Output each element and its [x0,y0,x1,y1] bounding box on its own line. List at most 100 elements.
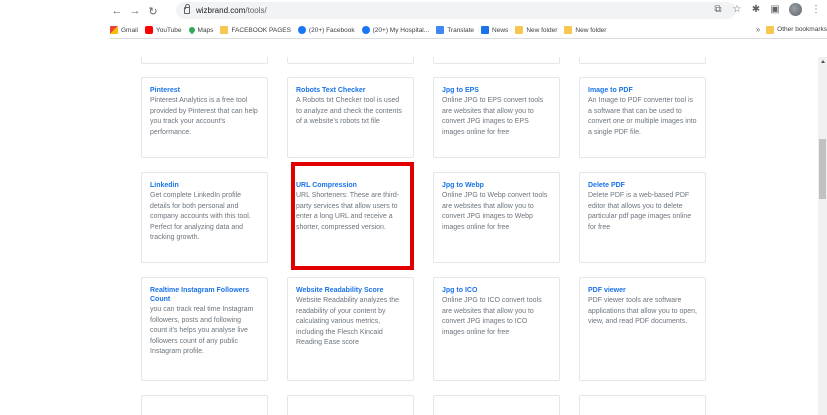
tool-card-partial[interactable] [287,395,414,415]
folder-icon [564,26,573,34]
tool-card-partial[interactable] [287,57,414,64]
toolbar-divider [110,38,827,39]
translate-icon [436,26,445,34]
bookmark-gmail[interactable]: Gmail [110,26,138,34]
tool-card-partial[interactable] [433,57,560,64]
tool-title[interactable]: Realtime Instagram Followers Count [150,286,259,304]
tool-title[interactable]: Linkedin [150,181,259,190]
bookmark-new-folder-1[interactable]: New folder [515,26,557,34]
url-text[interactable]: wizbrand.com/tools/ [196,6,267,15]
tool-card-partial[interactable] [579,57,706,64]
bookmark-news[interactable]: News [481,26,508,34]
bookmarks-bar: Gmail YouTube Maps FACEBOOK PAGES (20+) … [110,22,827,38]
scrollbar-thumb[interactable] [819,139,826,199]
tool-card-jpg-to-eps[interactable]: Jpg to EPS Online JPG to EPS convert too… [433,77,560,158]
tool-description: Online JPG to ICO convert tools are webs… [442,297,542,336]
tool-title[interactable]: Jpg to ICO [442,286,551,295]
tool-title[interactable]: Website Readability Score [296,286,405,295]
bookmark-label: Translate [447,26,475,34]
share-icon[interactable]: ⧉ [713,4,723,15]
tool-card-jpg-to-webp[interactable]: Jpg to Webp Online JPG to Webp convert t… [433,172,560,263]
tool-title[interactable]: Delete PDF [588,181,697,190]
bookmark-label: News [492,26,509,34]
tool-description: Delete PDF is a web-based PDF editor tha… [588,192,692,231]
tool-title[interactable]: Image to PDF [588,86,697,95]
tool-card-delete-pdf[interactable]: Delete PDF Delete PDF is a web-based PDF… [579,172,706,263]
url-path: /tools/ [245,6,267,15]
tool-card-jpg-to-ico[interactable]: Jpg to ICO Online JPG to ICO convert too… [433,277,560,381]
bookmark-label: FACEBOOK PAGES [231,26,291,34]
tool-title[interactable]: Robots Text Checker [296,86,405,95]
tool-description: Online JPG to Webp convert tools are web… [442,192,548,231]
tool-description: Online JPG to EPS convert tools are webs… [442,97,544,136]
tool-description: URL Shorteners: These are third-party se… [296,192,400,231]
star-icon[interactable]: ☆ [732,4,742,15]
tool-card-website-readability[interactable]: Website Readability Score Website Readab… [287,277,414,381]
toolbar-icons: ⧉ ☆ ✱ ▣ ⋮ [713,3,821,16]
news-icon [481,26,490,34]
tool-title[interactable]: Jpg to Webp [442,181,551,190]
tool-card-pdf-viewer[interactable]: PDF viewer PDF viewer tools are software… [579,277,706,381]
bookmark-new-folder-2[interactable]: New folder [564,26,606,34]
tool-card-pinterest[interactable]: Pinterest Pinterest Analytics is a free … [141,77,268,158]
tool-title[interactable]: PDF viewer [588,286,697,295]
folder-icon [766,25,775,34]
address-row: ← → ↻ wizbrand.com/tools/ ⧉ ☆ ✱ ▣ ⋮ [110,0,827,22]
bookmark-label: (20+) Facebook [308,26,355,34]
folder-icon [515,26,524,34]
tool-card-partial[interactable] [579,395,706,415]
tool-card-url-compression[interactable]: URL Compression URL Shorteners: These ar… [287,172,414,263]
tool-title[interactable]: URL Compression [296,181,405,190]
forward-arrow-icon[interactable]: → [128,4,142,18]
folder-icon [220,26,229,34]
bookmark-youtube[interactable]: YouTube [144,26,182,34]
other-bookmarks[interactable]: Other bookmarks [766,25,827,34]
avatar[interactable] [789,3,802,16]
more-bookmarks-button[interactable]: » [756,25,760,34]
facebook-icon [297,26,306,34]
tool-description: Website Readability analyzes the readabi… [296,297,399,346]
scroll-up-arrow-icon[interactable] [821,60,825,63]
vertical-scrollbar[interactable] [818,57,827,415]
tool-title[interactable]: Jpg to EPS [442,86,551,95]
tool-card-realtime-instagram[interactable]: Realtime Instagram Followers Count you c… [141,277,268,381]
reload-icon[interactable]: ↻ [146,4,160,18]
tool-card-partial[interactable] [433,395,560,415]
kebab-menu-icon[interactable]: ⋮ [811,4,821,15]
maps-icon [187,25,196,35]
tool-title[interactable]: Pinterest [150,86,259,95]
bookmark-label: New folder [526,26,558,34]
tool-card-partial[interactable] [141,395,268,415]
bookmark-my-hospital[interactable]: (20+) My Hospital... [361,26,430,34]
page-viewport: Pinterest Pinterest Analytics is a free … [110,57,827,415]
tool-description: PDF viewer tools are software applicatio… [588,297,697,325]
facebook-icon [361,26,370,34]
back-arrow-icon[interactable]: ← [110,4,124,18]
bookmark-label: Maps [197,26,214,34]
sidebar-icon[interactable]: ▣ [770,4,780,15]
tool-description: Get complete LinkedIn profile details fo… [150,192,251,241]
bookmark-label: New folder [575,26,607,34]
address-bar[interactable]: wizbrand.com/tools/ [176,2,736,19]
bookmark-translate[interactable]: Translate [436,26,474,34]
url-domain: wizbrand.com [196,6,246,15]
bookmark-label: Other bookmarks [777,26,827,33]
tool-description: An Image to PDF converter tool is a soft… [588,97,697,136]
tool-card-image-to-pdf[interactable]: Image to PDF An Image to PDF converter t… [579,77,706,158]
tool-card-partial[interactable] [141,57,268,64]
bookmarks-right: » Other bookmarks [756,25,827,34]
browser-chrome: ← → ↻ wizbrand.com/tools/ ⧉ ☆ ✱ ▣ ⋮ Gmai… [110,0,827,57]
tool-description: A Robots txt Checker tool is used to ana… [296,97,402,125]
tool-description: you can track real time Instagram follow… [150,306,254,355]
bookmark-label: YouTube [155,26,182,34]
youtube-icon [144,26,153,34]
tool-description: Pinterest Analytics is a free tool provi… [150,97,258,136]
bookmark-facebook[interactable]: (20+) Facebook [297,26,355,34]
bookmark-facebook-pages[interactable]: FACEBOOK PAGES [220,26,291,34]
bookmark-label: (20+) My Hospital... [372,26,430,34]
bookmark-maps[interactable]: Maps [187,25,214,35]
tool-card-robots-text-checker[interactable]: Robots Text Checker A Robots txt Checker… [287,77,414,158]
puzzle-icon[interactable]: ✱ [751,4,761,15]
lock-icon[interactable] [184,4,190,14]
tool-card-linkedin[interactable]: Linkedin Get complete LinkedIn profile d… [141,172,268,263]
